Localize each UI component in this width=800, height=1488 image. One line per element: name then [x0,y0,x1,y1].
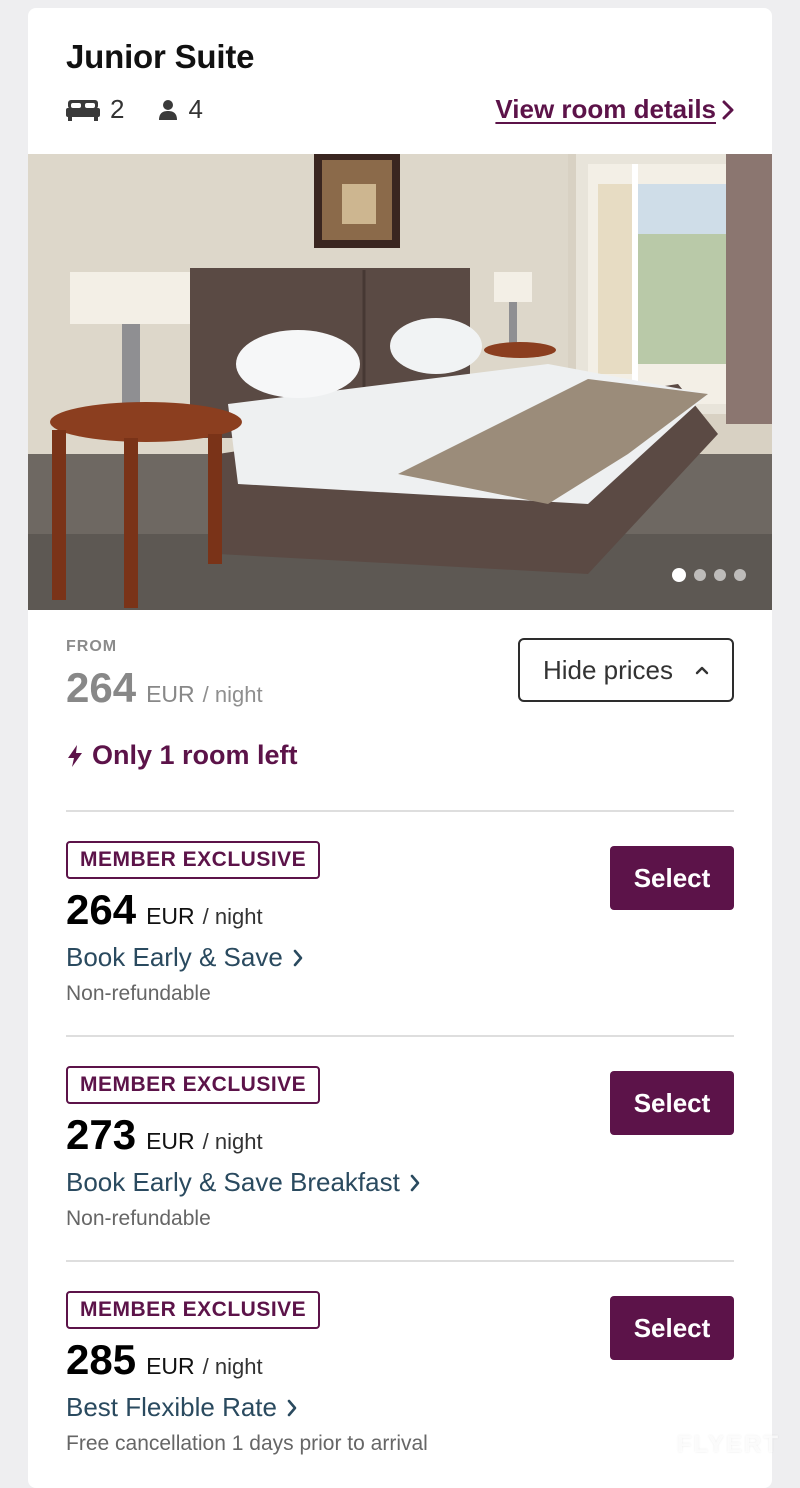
guests-value: 4 [188,94,202,125]
room-photo-carousel[interactable] [28,154,772,610]
rate-list: MEMBER EXCLUSIVE 264 EUR / night Book Ea… [28,810,772,1485]
chevron-right-icon [410,1174,420,1192]
view-room-details-link[interactable]: View room details [495,94,734,125]
rate-price: 264 EUR / night [66,886,263,934]
carousel-dot[interactable] [734,569,746,581]
chevron-right-icon [722,100,734,120]
room-title: Junior Suite [66,38,734,76]
rate-price-per-night: / night [203,1129,263,1155]
member-exclusive-badge: MEMBER EXCLUSIVE [66,1066,320,1104]
from-price-currency: EUR [146,681,195,708]
guests-count: 4 [158,94,202,125]
room-photo [28,154,772,610]
hide-prices-button[interactable]: Hide prices [518,638,734,702]
bed-icon [66,98,100,122]
person-icon [158,99,178,121]
rate-name-label: Book Early & Save [66,942,283,973]
from-price: 264 EUR / night [66,664,263,712]
member-exclusive-badge: MEMBER EXCLUSIVE [66,841,320,879]
price-summary: FROM 264 EUR / night Hide prices Only 1 … [28,610,772,810]
from-price-per-night: / night [203,682,263,708]
rate-policy: Non-refundable [66,982,211,1006]
rate-policy: Free cancellation 1 days prior to arriva… [66,1432,428,1456]
room-card: Junior Suite 2 4 [28,8,772,1488]
carousel-dot[interactable] [714,569,726,581]
rate-price-amount: 264 [66,886,136,934]
view-room-details-label: View room details [495,94,716,125]
beds-count: 2 [66,94,124,125]
rate-option: MEMBER EXCLUSIVE 264 EUR / night Book Ea… [66,810,734,1035]
select-rate-button[interactable]: Select [610,846,734,910]
rate-price: 273 EUR / night [66,1111,263,1159]
hide-prices-label: Hide prices [543,655,673,686]
chevron-right-icon [293,949,303,967]
carousel-dot[interactable] [672,568,686,582]
rate-price-currency: EUR [146,1128,195,1155]
rate-price: 285 EUR / night [66,1336,263,1384]
flyert-watermark: FLYERT [677,1431,780,1459]
room-capacity: 2 4 [66,94,237,125]
rate-price-amount: 273 [66,1111,136,1159]
rate-option: MEMBER EXCLUSIVE 273 EUR / night Book Ea… [66,1035,734,1260]
select-rate-button[interactable]: Select [610,1071,734,1135]
rate-price-per-night: / night [203,1354,263,1380]
rate-policy: Non-refundable [66,1207,211,1231]
beds-value: 2 [110,94,124,125]
carousel-dot[interactable] [694,569,706,581]
member-exclusive-badge: MEMBER EXCLUSIVE [66,1291,320,1329]
lightning-icon [66,744,84,768]
scarcity-notice: Only 1 room left [66,740,298,771]
room-header: Junior Suite 2 4 [28,8,772,154]
carousel-pagination [664,569,746,582]
rate-option: MEMBER EXCLUSIVE 285 EUR / night Best Fl… [66,1260,734,1485]
rate-price-currency: EUR [146,1353,195,1380]
from-label: FROM [66,638,117,656]
rate-name-link[interactable]: Book Early & Save Breakfast [66,1167,420,1198]
chevron-up-icon [695,665,709,675]
rate-price-per-night: / night [203,904,263,930]
scarcity-text: Only 1 room left [92,740,298,771]
rate-name-link[interactable]: Best Flexible Rate [66,1392,297,1423]
select-rate-button[interactable]: Select [610,1296,734,1360]
rate-name-label: Best Flexible Rate [66,1392,277,1423]
from-price-amount: 264 [66,664,136,712]
rate-price-currency: EUR [146,903,195,930]
rate-name-label: Book Early & Save Breakfast [66,1167,400,1198]
rate-price-amount: 285 [66,1336,136,1384]
chevron-right-icon [287,1399,297,1417]
rate-name-link[interactable]: Book Early & Save [66,942,303,973]
